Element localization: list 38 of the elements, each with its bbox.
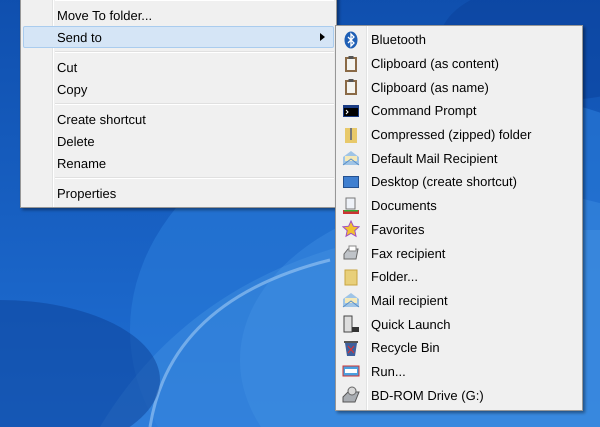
submenu-arrow-icon xyxy=(320,33,325,41)
computer-icon xyxy=(342,315,360,334)
folder-icon xyxy=(342,268,360,286)
clipboard-icon xyxy=(342,54,360,73)
menu-item[interactable]: Quick Launch xyxy=(338,312,580,336)
bluetooth-icon xyxy=(342,30,360,49)
menu-item[interactable]: Copy xyxy=(23,78,334,100)
menu-item[interactable]: Properties xyxy=(23,182,334,204)
menu-item[interactable]: Clipboard (as name) xyxy=(338,75,580,100)
menu-item[interactable]: Fax recipient xyxy=(338,241,580,265)
fax-icon xyxy=(342,244,360,262)
clipboard-icon xyxy=(342,78,360,96)
menu-item[interactable]: Documents xyxy=(338,194,580,218)
menu-item[interactable]: Compressed (zipped) folder xyxy=(338,122,580,146)
mail-icon xyxy=(342,149,360,168)
menu-item[interactable]: Favorites xyxy=(338,218,580,242)
menu-item[interactable]: Clipboard (as content) xyxy=(338,52,580,76)
menu-item[interactable]: Default Mail Recipient xyxy=(338,146,580,170)
menu-item[interactable]: Desktop (create shortcut) xyxy=(338,170,580,194)
recycle-bin-icon xyxy=(342,338,360,357)
disc-drive-icon xyxy=(342,386,360,404)
zipped-folder-icon xyxy=(342,126,360,144)
mail-icon xyxy=(342,291,360,310)
star-icon xyxy=(342,220,360,238)
menu-item[interactable]: BD-ROM Drive (G:) xyxy=(338,383,580,407)
menu-item[interactable]: Move To folder... xyxy=(23,4,334,26)
menu-item[interactable]: Recycle Bin xyxy=(338,336,580,360)
menu-item[interactable]: Send to xyxy=(23,26,334,48)
menu-item[interactable]: Delete xyxy=(23,130,334,152)
menu-item[interactable]: Folder... xyxy=(338,264,580,289)
menu-item[interactable]: Command Prompt xyxy=(338,99,580,123)
documents-icon xyxy=(342,196,360,215)
menu-item[interactable]: Cut xyxy=(23,56,334,78)
menu-item[interactable]: Run... xyxy=(338,360,580,384)
menu-item[interactable]: Create shortcut xyxy=(23,108,334,130)
menu-item[interactable]: Mail recipient xyxy=(338,288,580,312)
menu-item[interactable]: Bluetooth xyxy=(338,28,580,52)
menu-item[interactable]: Rename xyxy=(23,152,334,174)
